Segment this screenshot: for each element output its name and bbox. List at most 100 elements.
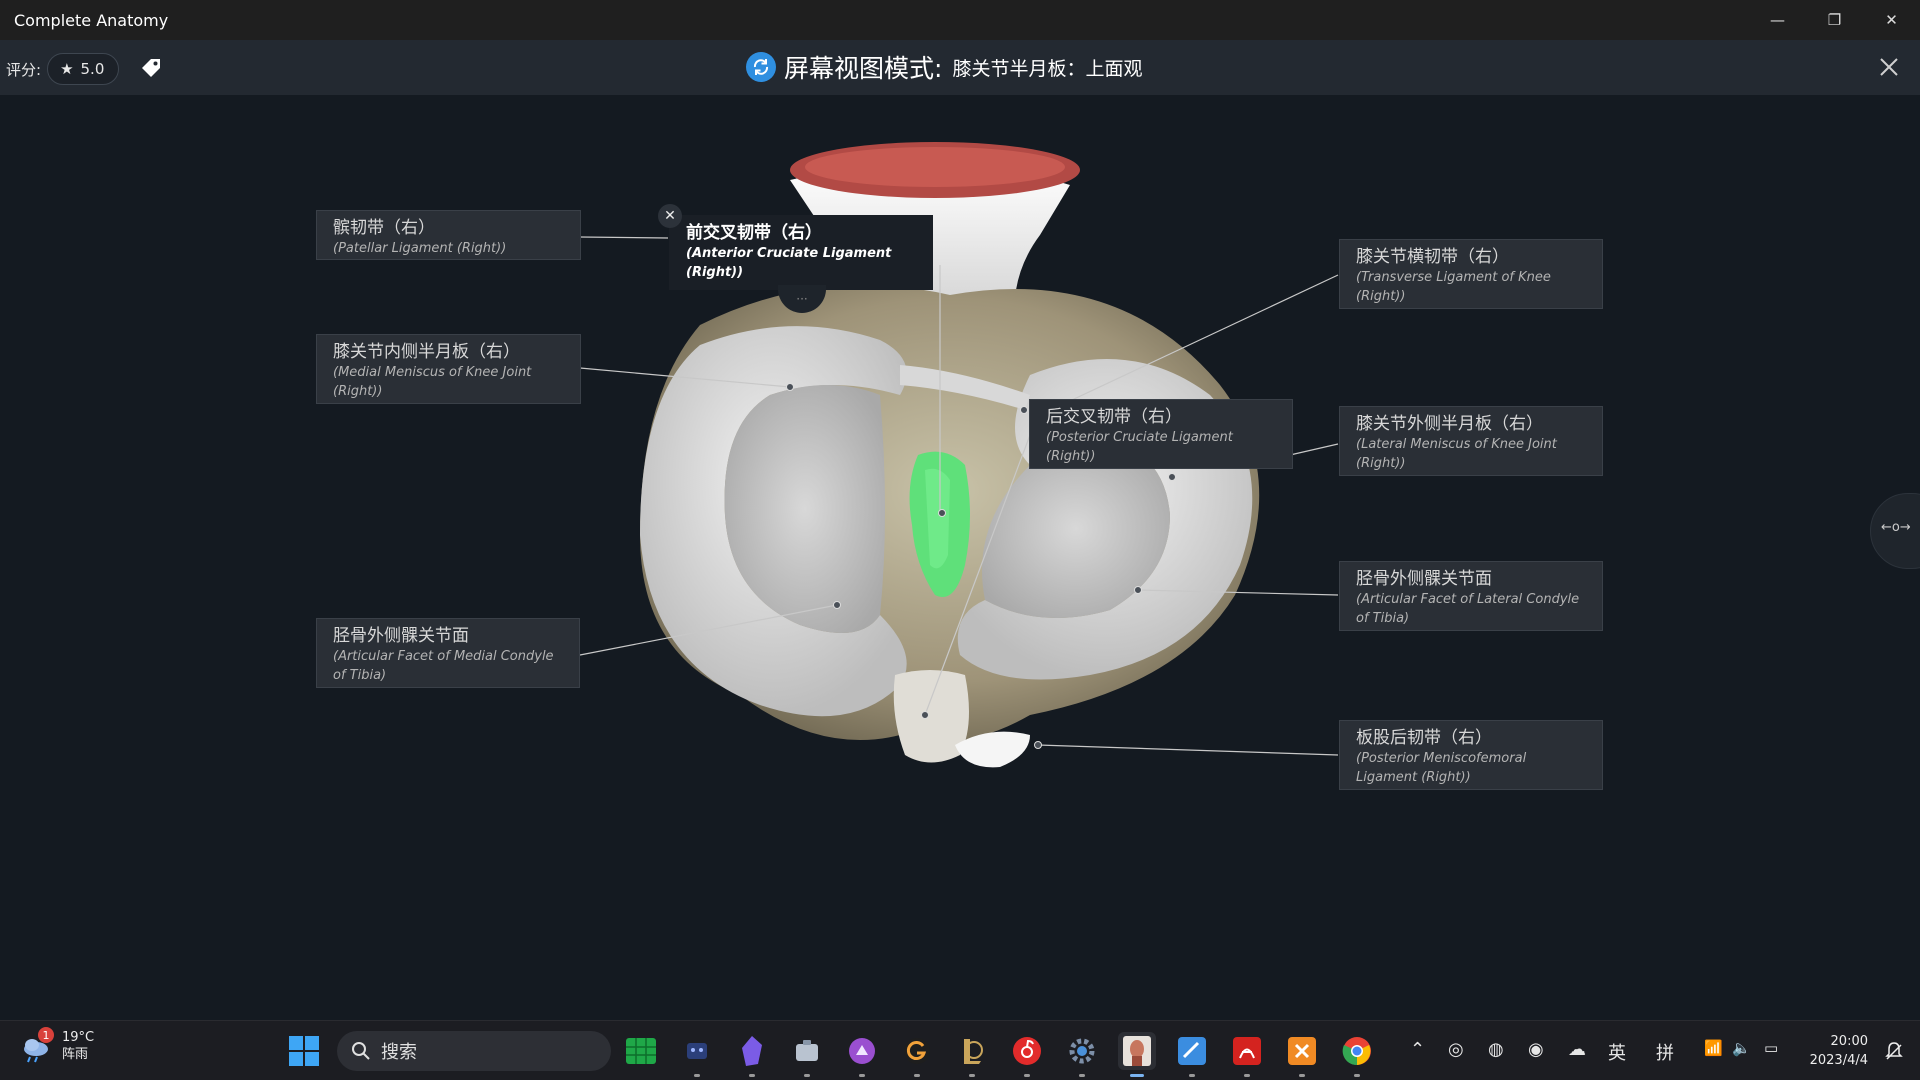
minimize-button[interactable]: — [1749, 0, 1806, 40]
pdf-app-icon [1233, 1037, 1261, 1065]
label-zh: 胫骨外侧髁关节面 [333, 626, 469, 646]
label-zh: 膝关节内侧半月板（右） [333, 342, 520, 362]
tag-icon[interactable] [139, 56, 163, 80]
volume-icon[interactable]: 🔈 [1732, 1039, 1751, 1057]
anatomy-viewport[interactable]: 髌韧带（右） (Patellar Ligament (Right)) ✕ 前交叉… [0, 95, 1920, 1020]
screen-view-mode-title: 屏幕视图模式: 膝关节半月板：上面观 [746, 50, 1142, 84]
toolbox-app-icon [796, 1040, 818, 1061]
label-zh: 后交叉韧带（右） [1046, 407, 1182, 427]
view-header: 评分: ★ 5.0 屏幕视图模式: 膝关节半月板：上面观 [0, 40, 1920, 95]
rating-label: 评分: [6, 60, 42, 79]
knee-meniscus-model[interactable] [0, 95, 1920, 1020]
taskbar-app-settings[interactable] [1063, 1032, 1101, 1077]
purple-app-icon [849, 1038, 875, 1064]
spreadsheet-app-icon [626, 1038, 656, 1064]
wifi-icon[interactable]: 📶 [1704, 1039, 1723, 1057]
app-title: Complete Anatomy [14, 10, 169, 30]
window-controls: — ❐ ✕ [1749, 0, 1920, 40]
label-en: (Articular Facet of Lateral Condyle of T… [1356, 592, 1580, 626]
search-icon [352, 1042, 370, 1060]
rain-cloud-icon: 1 [20, 1027, 54, 1063]
label-medial-meniscus[interactable]: 膝关节内侧半月板（右） (Medial Meniscus of Knee Joi… [316, 334, 581, 404]
label-zh: 胫骨外侧髁关节面 [1356, 569, 1492, 589]
label-anterior-cruciate-ligament[interactable]: ✕ 前交叉韧带（右） (Anterior Cruciate Ligament (… [658, 204, 933, 313]
game-app-icon [687, 1043, 707, 1059]
taskbar-app-orange[interactable] [1283, 1032, 1321, 1077]
battery-icon[interactable]: ▭ [1764, 1039, 1778, 1057]
label-zh: 膝关节横韧带（右） [1356, 247, 1509, 267]
label-medial-condyle-facet[interactable]: 胫骨外侧髁关节面 (Articular Facet of Medial Cond… [316, 618, 580, 688]
onedrive-cloud-icon[interactable]: ☁ [1568, 1039, 1586, 1060]
taskbar-app-netease-music[interactable] [1008, 1032, 1046, 1077]
label-zh: 髌韧带（右） [333, 218, 435, 238]
close-button[interactable]: ✕ [1863, 0, 1920, 40]
star-icon: ★ [60, 60, 74, 78]
notification-bell-icon[interactable] [1884, 1041, 1904, 1061]
label-en: (Articular Facet of Medial Condyle of Ti… [333, 649, 554, 683]
ime-pinyin[interactable]: 拼 [1656, 1039, 1674, 1065]
taskbar-app-g[interactable] [898, 1032, 936, 1077]
label-zh: 板股后韧带（右） [1356, 728, 1492, 748]
ime-english[interactable]: 英 [1608, 1039, 1626, 1065]
music-app-icon [1013, 1037, 1041, 1065]
rating-button[interactable]: ★ 5.0 [47, 53, 120, 85]
weather-badge: 1 [38, 1027, 54, 1043]
close-view-icon[interactable] [1876, 54, 1902, 80]
system-clock[interactable]: 20:00 2023/4/4 [1810, 1032, 1868, 1070]
label-posterior-cruciate-ligament[interactable]: 后交叉韧带（右） (Posterior Cruciate Ligament (R… [1029, 399, 1293, 469]
weather-temp: 19°C [62, 1030, 95, 1045]
taskbar-app-game[interactable] [678, 1032, 716, 1077]
rating: 评分: ★ 5.0 [6, 53, 120, 85]
taskbar-app-complete-anatomy[interactable] [1118, 1032, 1156, 1077]
league-app-icon [964, 1039, 983, 1064]
taskbar: 1 19°C 阵雨 搜索 ⌃ ◎ ◍ ◉ ☁ 英 拼 📶 🔈 ▭ 20:00 2… [0, 1020, 1920, 1080]
label-en: (Transverse Ligament of Knee (Right)) [1356, 270, 1551, 304]
cat-tray-icon[interactable]: ◍ [1488, 1039, 1504, 1060]
anatomy-app-icon [1123, 1036, 1151, 1066]
taskbar-app-chrome[interactable] [1338, 1032, 1376, 1077]
weather-desc: 阵雨 [62, 1047, 89, 1062]
taskbar-app-purple[interactable] [843, 1032, 881, 1077]
qq-tray-icon[interactable]: ◉ [1528, 1039, 1544, 1060]
label-en: (Anterior Cruciate Ligament (Right)) [686, 246, 892, 280]
label-lateral-condyle-facet[interactable]: 胫骨外侧髁关节面 (Articular Facet of Lateral Con… [1339, 561, 1603, 631]
taskbar-app-spreadsheet[interactable] [622, 1032, 660, 1070]
refresh-icon[interactable] [746, 52, 776, 82]
clock-time: 20:00 [1830, 1034, 1868, 1049]
gear-icon [1069, 1038, 1095, 1064]
camera-tray-icon[interactable]: ◎ [1448, 1039, 1464, 1060]
windows-start-icon[interactable] [288, 1035, 320, 1067]
taskbar-app-tools[interactable] [788, 1032, 826, 1077]
taskbar-app-pdf[interactable] [1228, 1032, 1266, 1077]
chrome-icon [1342, 1037, 1371, 1066]
weather-widget[interactable]: 1 19°C 阵雨 [20, 1027, 95, 1063]
rating-value: 5.0 [80, 60, 105, 78]
clock-date: 2023/4/4 [1809, 1053, 1868, 1068]
chevron-up-icon[interactable]: ⌃ [1410, 1039, 1425, 1060]
restore-button[interactable]: ❐ [1806, 0, 1863, 40]
g-app-icon [904, 1038, 930, 1064]
whiteboard-app-icon [1178, 1037, 1206, 1065]
expand-arrows-icon: ←o→ [1881, 520, 1911, 535]
label-transverse-ligament[interactable]: 膝关节横韧带（右） (Transverse Ligament of Knee (… [1339, 239, 1603, 309]
label-en: (Patellar Ligament (Right)) [333, 241, 507, 256]
label-lateral-meniscus[interactable]: 膝关节外侧半月板（右） (Lateral Meniscus of Knee Jo… [1339, 406, 1603, 476]
taskbar-app-whiteboard[interactable] [1173, 1032, 1211, 1077]
label-zh: 膝关节外侧半月板（右） [1356, 414, 1543, 434]
mode-label: 屏幕视图模式: [784, 54, 943, 83]
taskbar-app-obsidian[interactable] [733, 1032, 771, 1077]
label-en: (Lateral Meniscus of Knee Joint (Right)) [1356, 437, 1557, 471]
label-en: (Posterior Meniscofemoral Ligament (Righ… [1356, 751, 1527, 785]
obsidian-app-icon [742, 1036, 762, 1066]
label-en: (Posterior Cruciate Ligament (Right)) [1046, 430, 1233, 464]
close-label-icon[interactable]: ✕ [658, 204, 682, 228]
label-zh: 前交叉韧带（右） [686, 223, 822, 243]
title-bar: Complete Anatomy — ❐ ✕ [0, 0, 1920, 40]
label-patellar-ligament[interactable]: 髌韧带（右） (Patellar Ligament (Right)) [316, 210, 581, 260]
label-posterior-meniscofemoral-ligament[interactable]: 板股后韧带（右） (Posterior Meniscofemoral Ligam… [1339, 720, 1603, 790]
orange-app-icon [1288, 1037, 1316, 1065]
mode-value: 膝关节半月板：上面观 [952, 57, 1143, 80]
taskbar-search[interactable]: 搜索 [337, 1031, 611, 1071]
taskbar-app-league[interactable] [953, 1032, 991, 1077]
label-en: (Medial Meniscus of Knee Joint (Right)) [333, 365, 532, 399]
